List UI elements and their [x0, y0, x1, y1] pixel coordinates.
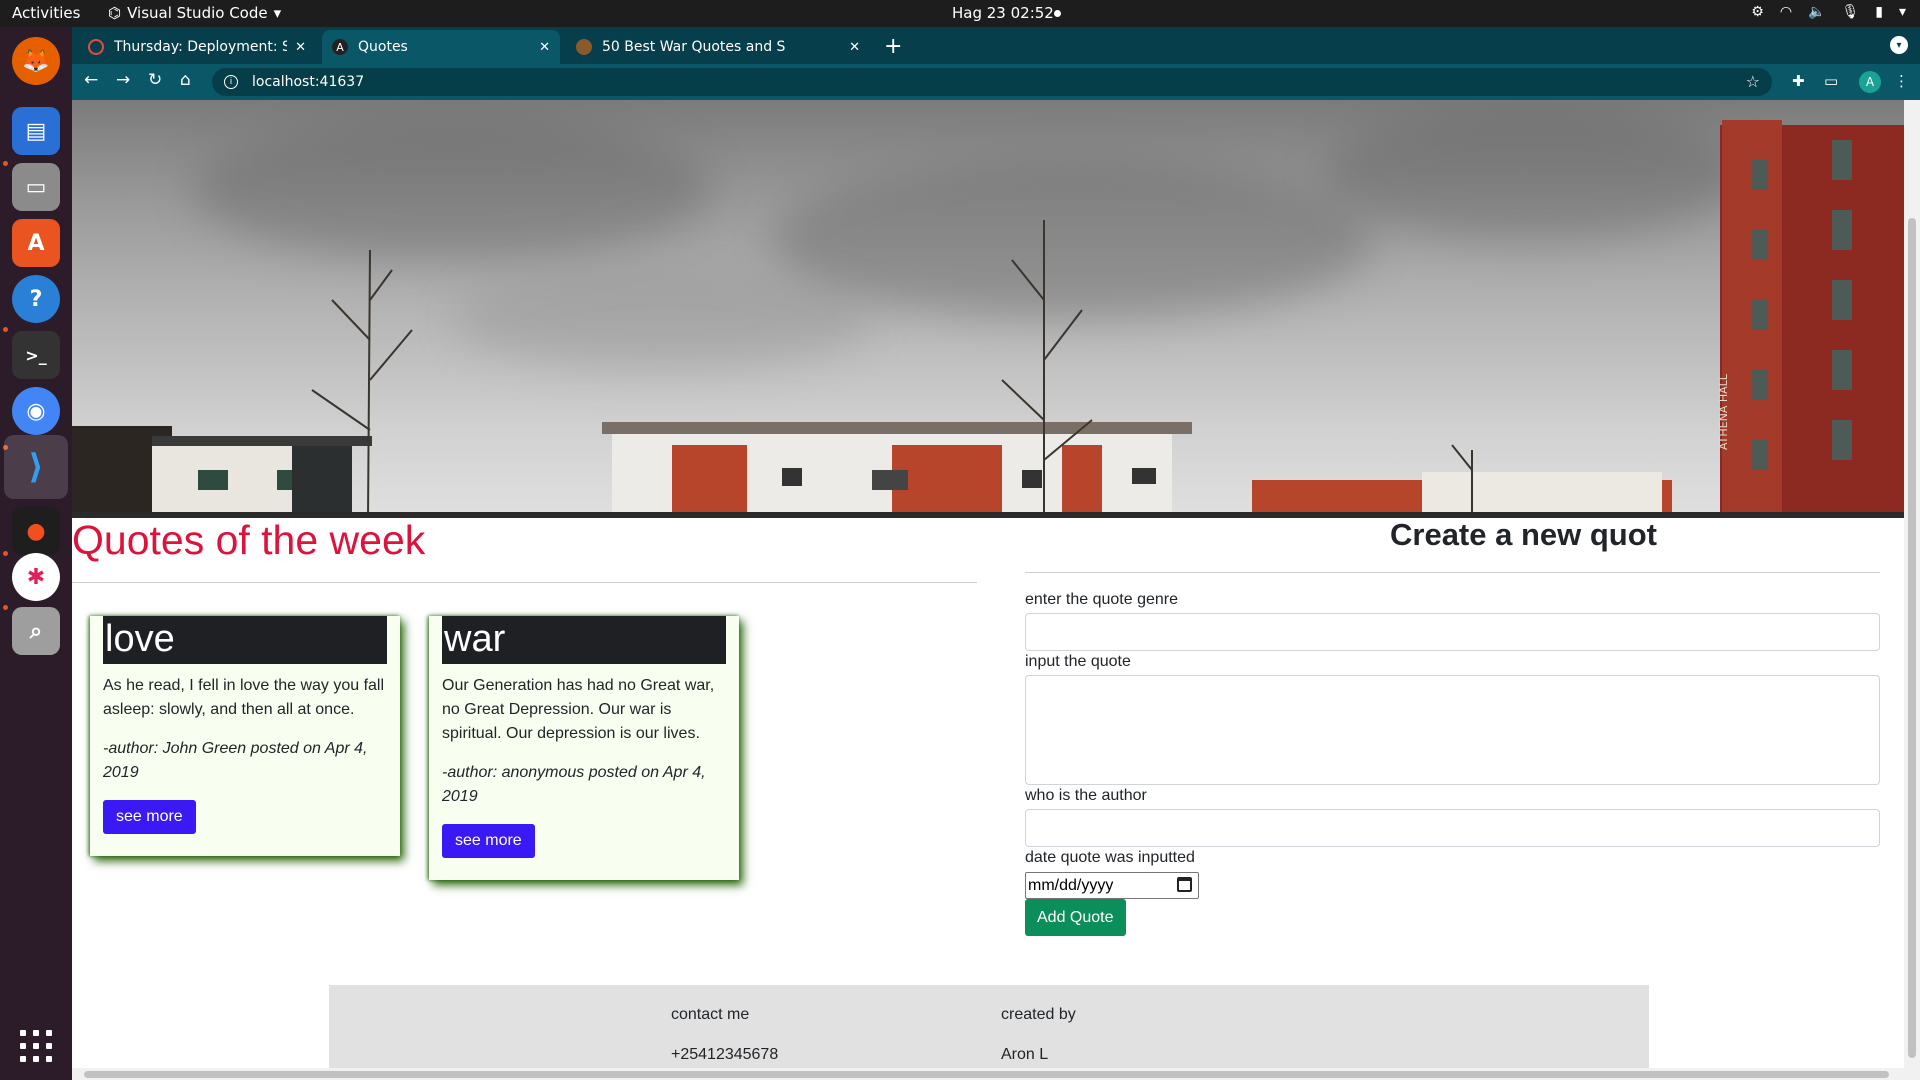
running-indicator-icon [3, 551, 8, 556]
footer: contact me +25412345678 created by Aron … [329, 985, 1649, 1070]
tab-war-quotes[interactable]: 50 Best War Quotes and S ✕ [566, 30, 870, 64]
hero-image: ATHENA HALL [72, 100, 1904, 518]
wifi-icon: ◠ [1779, 4, 1793, 20]
close-icon[interactable]: ✕ [841, 40, 860, 55]
forward-icon[interactable]: → [116, 70, 130, 90]
tab-deployment[interactable]: Thursday: Deployment: Sl ✕ [78, 30, 316, 64]
battery-icon: ▮ [1875, 4, 1883, 20]
network-icon: ⚙ [1751, 4, 1764, 20]
genre-input[interactable] [1025, 613, 1880, 651]
slack-icon[interactable]: ✱ [12, 553, 60, 601]
date-placeholder: mm/dd/yyyy [1028, 876, 1114, 894]
see-more-button[interactable]: see more [442, 824, 535, 858]
app-name: Visual Studio Code [127, 4, 268, 22]
vscode-dock-icon[interactable]: ⟩ [4, 435, 68, 499]
quotes-heading: Quotes of the week [72, 517, 426, 563]
vertical-scrollbar[interactable] [1904, 100, 1920, 1068]
author-label: who is the author [1025, 787, 1147, 804]
writer-icon[interactable]: ▤ [12, 107, 60, 155]
profile-avatar[interactable]: A [1859, 71, 1881, 93]
author-input[interactable] [1025, 809, 1880, 847]
quote-genre: love [103, 616, 387, 664]
divider [72, 582, 977, 583]
add-quote-button[interactable]: Add Quote [1025, 899, 1126, 936]
close-icon[interactable]: ✕ [531, 40, 550, 55]
running-indicator-icon [3, 161, 8, 166]
tab-search-icon[interactable]: ▾ [1890, 36, 1908, 54]
back-icon[interactable]: ← [84, 70, 98, 90]
software-center-icon[interactable]: A [12, 219, 60, 267]
chevron-down-icon: ▾ [1898, 4, 1906, 20]
clock[interactable]: Hag 23 02:52 [952, 4, 1054, 22]
bookmark-star-icon[interactable]: ☆ [1746, 72, 1760, 91]
volume-icon: 🔈 [1808, 4, 1826, 20]
genre-label: enter the quote genre [1025, 591, 1179, 608]
home-icon[interactable]: ⌂ [180, 70, 191, 90]
help-icon[interactable]: ? [12, 275, 60, 323]
calendar-icon[interactable] [1177, 877, 1192, 892]
new-tab-icon[interactable]: + [884, 34, 902, 59]
dock: 🦊 ▤ ▭ A ? >_ ◉ ⟩ ● ✱ ⌕ [0, 27, 72, 1080]
create-quote-heading-text: Create a new quot [1390, 517, 1657, 552]
see-more-button[interactable]: see more [103, 800, 196, 834]
angular-icon: A [332, 39, 348, 55]
date-label: date quote was inputted [1025, 849, 1195, 866]
created-by-heading: created by [1001, 1006, 1076, 1023]
figma-icon[interactable]: ● [12, 507, 60, 555]
chevron-down-icon: ▾ [273, 4, 282, 22]
site-icon [576, 39, 592, 55]
browser-tab-strip: Thursday: Deployment: Sl ✕ A Quotes ✕ 50… [72, 27, 1920, 64]
quote-text: As he read, I fell in love the way you f… [103, 677, 385, 718]
activities-button[interactable]: Activities [12, 4, 80, 22]
show-apps-icon[interactable] [20, 1030, 52, 1062]
reload-icon[interactable]: ↻ [148, 70, 162, 90]
running-indicator-icon [3, 327, 8, 332]
menu-kebab-icon[interactable]: ⋮ [1894, 72, 1909, 90]
quote-card: love As he read, I fell in love the way … [90, 616, 400, 856]
quote-text: Our Generation has had no Great war, no … [442, 677, 715, 742]
extensions-icon[interactable]: ✚ [1792, 72, 1805, 90]
contact-heading: contact me [671, 1006, 750, 1023]
horizontal-scrollbar[interactable] [72, 1068, 1920, 1080]
cast-icon[interactable]: ▭ [1824, 72, 1838, 90]
page-viewport: ATHENA HALL Quotes of the week love As h… [72, 100, 1920, 1080]
screenshot-icon[interactable]: ⌕ [12, 607, 60, 655]
browser-toolbar: ← → ↻ ⌂ i localhost:41637 ☆ ✚ ▭ A ⋮ [72, 64, 1920, 100]
chrome-icon[interactable]: ◉ [12, 387, 60, 435]
app-menu[interactable]: ⌬ Visual Studio Code ▾ [108, 4, 281, 22]
tab-title: Quotes [358, 39, 408, 55]
quote-label: input the quote [1025, 653, 1131, 670]
quote-textarea[interactable] [1025, 675, 1880, 785]
scrollbar-thumb[interactable] [84, 1071, 1889, 1078]
quote-genre: war [442, 616, 726, 664]
vscode-icon: ⌬ [108, 4, 122, 22]
quote-card: war Our Generation has had no Great war,… [429, 616, 739, 880]
loading-icon [88, 39, 104, 55]
tab-quotes[interactable]: A Quotes ✕ [322, 30, 560, 64]
notification-dot-icon [1054, 10, 1061, 17]
close-icon[interactable]: ✕ [287, 40, 306, 55]
system-top-bar: Activities ⌬ Visual Studio Code ▾ Hag 23… [0, 0, 1920, 27]
tab-title: Thursday: Deployment: Sl [114, 39, 288, 55]
scrollbar-thumb[interactable] [1908, 218, 1916, 1058]
date-input[interactable]: mm/dd/yyyy [1025, 872, 1199, 899]
url-text: localhost:41637 [252, 74, 365, 90]
tab-title: 50 Best War Quotes and S [602, 39, 786, 55]
terminal-icon[interactable]: >_ [12, 331, 60, 379]
divider [1025, 572, 1880, 573]
svg-text:ATHENA HALL: ATHENA HALL [1717, 373, 1730, 450]
running-indicator-icon [3, 605, 8, 610]
quote-meta: -author: John Green posted on Apr 4, 201… [103, 740, 368, 781]
microphone-icon: 🎙 [1841, 4, 1860, 20]
address-bar[interactable]: i localhost:41637 ☆ [212, 68, 1772, 96]
files-icon[interactable]: ▭ [12, 163, 60, 211]
site-info-icon[interactable]: i [224, 75, 238, 89]
system-tray[interactable]: ⚙ ◠ 🔈 🎙 ▮ ▾ [1751, 4, 1906, 20]
firefox-icon[interactable]: 🦊 [12, 37, 60, 85]
quote-meta: -author: anonymous posted on Apr 4, 2019 [442, 764, 706, 805]
